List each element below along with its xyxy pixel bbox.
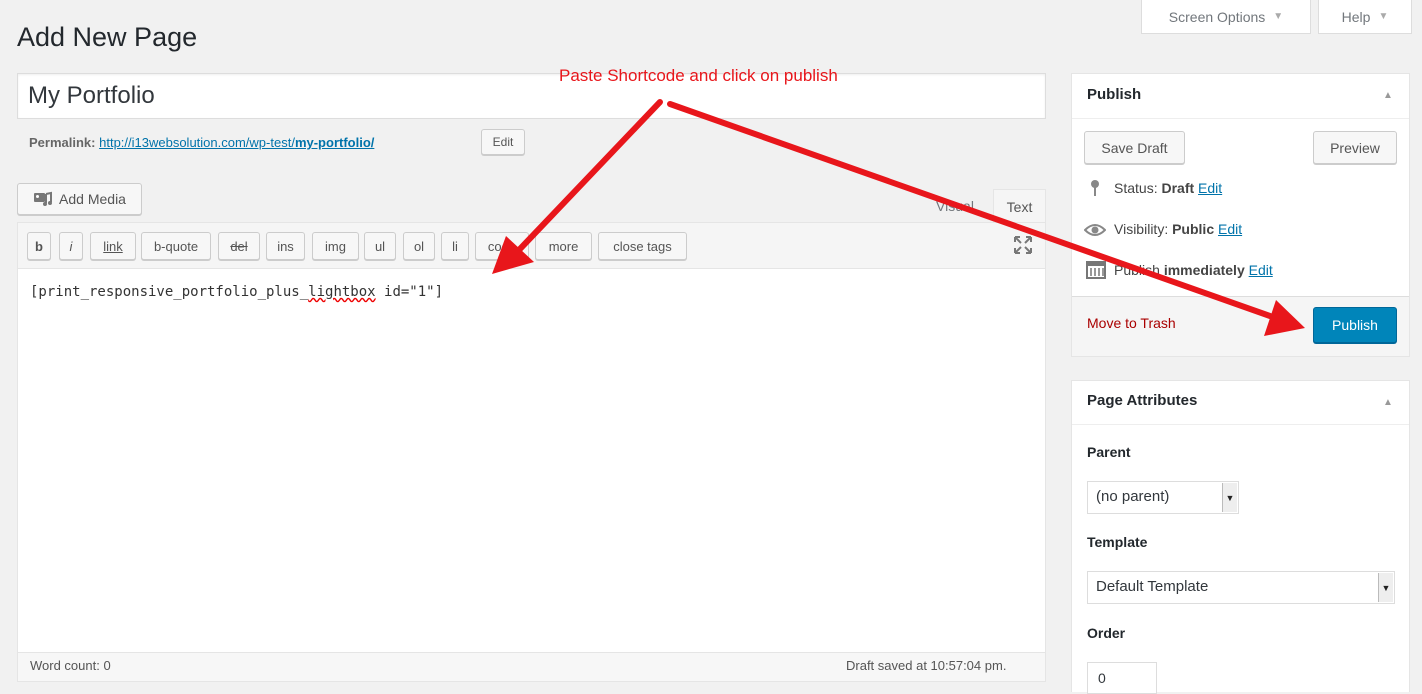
arrow-to-editor-line [516,99,663,253]
annotation-arrows [492,99,1305,336]
arrow-to-publish-line [667,101,1273,319]
arrow-to-publish-head [1264,300,1305,336]
